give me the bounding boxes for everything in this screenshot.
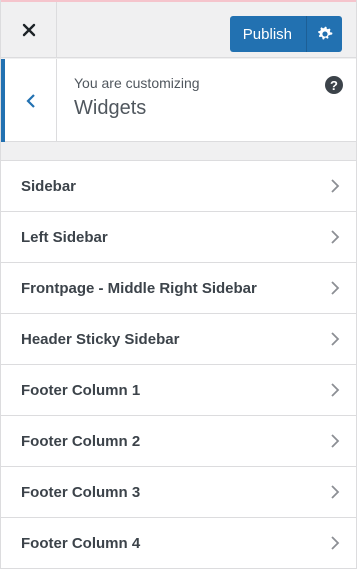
chevron-right-icon: [331, 434, 340, 448]
chevron-right-icon: [331, 230, 340, 244]
list-item[interactable]: Sidebar: [1, 161, 356, 212]
list-item[interactable]: Left Sidebar: [1, 212, 356, 263]
gear-icon: [317, 26, 332, 40]
chevron-right-icon: [331, 536, 340, 550]
list-item[interactable]: Footer Column 3: [1, 467, 356, 518]
chevron-left-icon: [25, 93, 35, 108]
chevron-right-icon: [331, 332, 340, 346]
list-item[interactable]: Frontpage - Middle Right Sidebar: [1, 263, 356, 314]
list-item-label: Footer Column 4: [21, 534, 141, 552]
publish-button-group: Publish: [229, 16, 342, 52]
widget-area-list: Sidebar Left Sidebar Frontpage - Middle …: [1, 160, 356, 569]
back-button[interactable]: [1, 59, 57, 142]
chevron-right-icon: [331, 179, 340, 193]
chevron-right-icon: [331, 383, 340, 397]
list-item[interactable]: Footer Column 2: [1, 416, 356, 467]
customizing-text: You are customizing Widgets: [74, 75, 200, 120]
customizing-label: You are customizing: [74, 75, 200, 91]
list-item-label: Frontpage - Middle Right Sidebar: [21, 279, 257, 297]
customizing-section: You are customizing Widgets ?: [1, 59, 356, 142]
customizer-panel: Publish You are customizing Widgets ? Si…: [0, 0, 357, 569]
list-item[interactable]: Header Sticky Sidebar: [1, 314, 356, 365]
list-item-label: Footer Column 2: [21, 432, 141, 450]
list-item-label: Footer Column 1: [21, 381, 141, 399]
chevron-right-icon: [331, 281, 340, 295]
list-item-label: Footer Column 3: [21, 483, 141, 501]
help-icon[interactable]: ?: [325, 76, 343, 94]
list-item-label: Sidebar: [21, 177, 77, 195]
page-title: Widgets: [74, 97, 147, 119]
list-item-label: Header Sticky Sidebar: [21, 330, 180, 348]
close-icon: [22, 23, 35, 37]
list-item[interactable]: Footer Column 1: [1, 365, 356, 416]
close-button[interactable]: [1, 2, 57, 58]
publish-settings-button[interactable]: [306, 16, 342, 52]
list-item[interactable]: Footer Column 4: [1, 518, 356, 569]
customizer-header: Publish: [1, 2, 356, 58]
publish-button[interactable]: Publish: [230, 16, 306, 52]
list-item-label: Left Sidebar: [21, 228, 108, 246]
chevron-right-icon: [331, 485, 340, 499]
